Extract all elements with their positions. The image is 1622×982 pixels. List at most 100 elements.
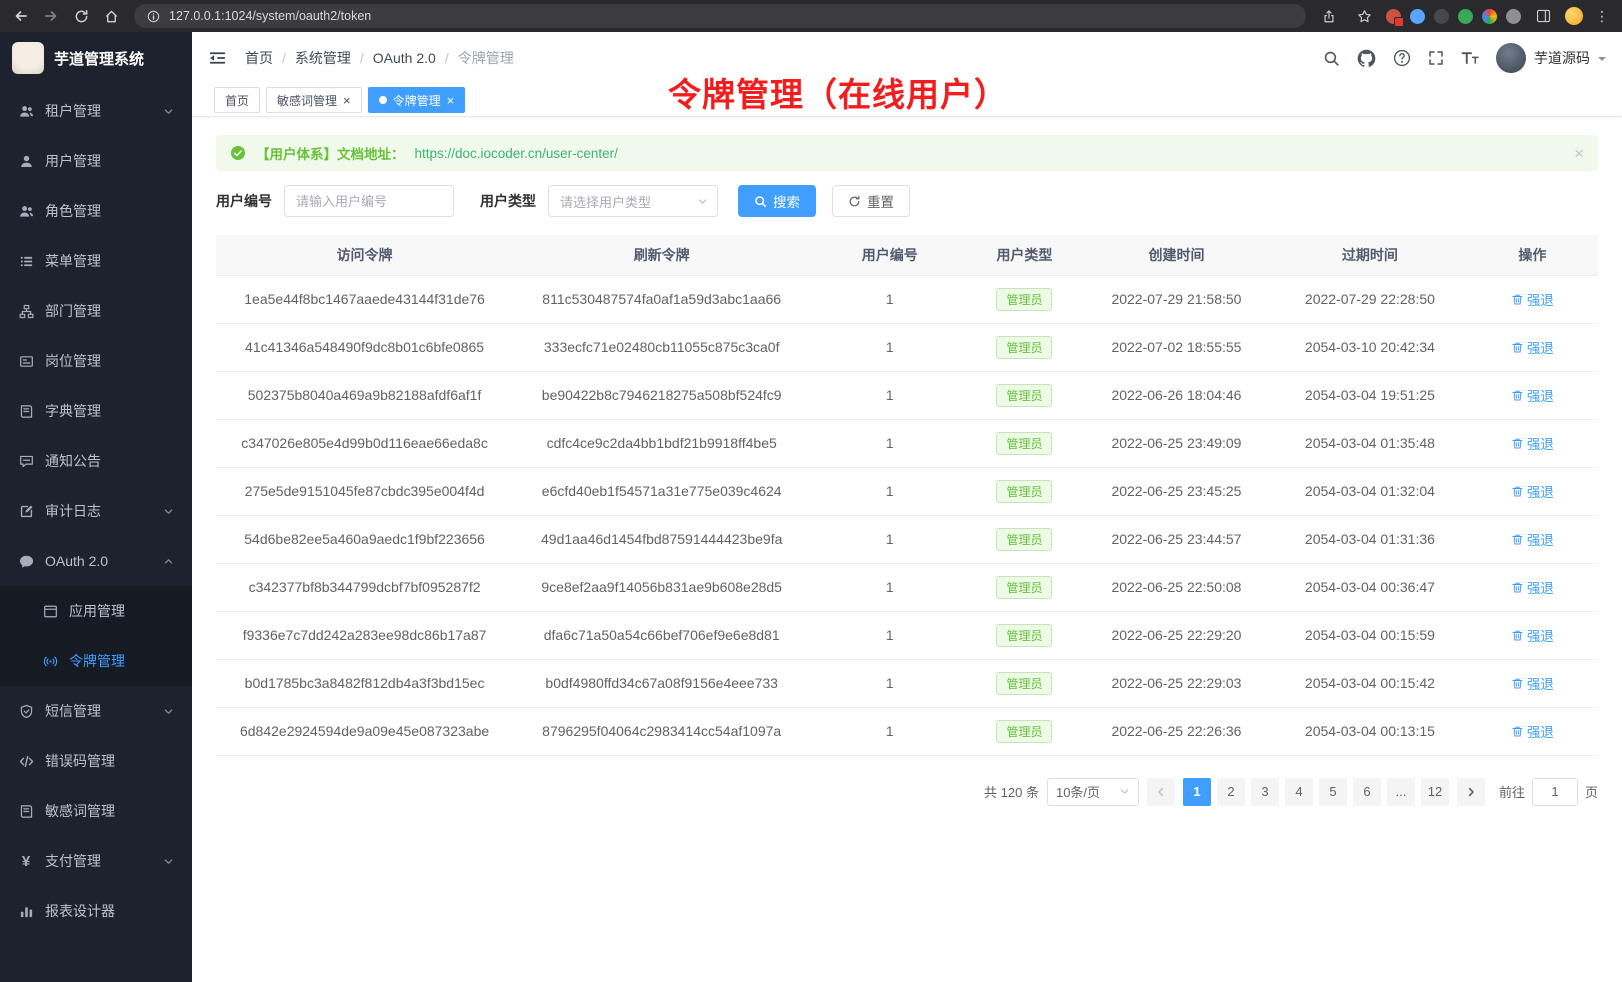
app-logo-link[interactable]: 芋道管理系统 [0, 32, 192, 84]
page-size-select[interactable]: 10条/页 [1047, 778, 1139, 806]
force-logout-button[interactable]: 强退 [1511, 721, 1554, 741]
force-logout-button[interactable]: 强退 [1511, 433, 1554, 453]
user-type-select[interactable]: 请选择用户类型 [548, 185, 718, 217]
breadcrumb-item[interactable]: OAuth 2.0 [373, 50, 436, 66]
sidebar-item-sms[interactable]: 短信管理 [0, 686, 192, 736]
user-id-input[interactable] [284, 185, 454, 217]
sidebar-item-user[interactable]: 用户管理 [0, 136, 192, 186]
reset-button[interactable]: 重置 [832, 185, 910, 217]
access-token-cell: f9336e7c7dd242a283ee98dc86b17a87 [216, 611, 513, 659]
force-logout-button[interactable]: 强退 [1511, 673, 1554, 693]
force-logout-button[interactable]: 强退 [1511, 337, 1554, 357]
github-icon[interactable] [1357, 49, 1376, 68]
goto-page-input[interactable] [1532, 778, 1578, 806]
page-button-4[interactable]: 4 [1285, 778, 1313, 806]
side-panel-icon[interactable] [1530, 4, 1556, 28]
reload-button[interactable] [68, 4, 94, 28]
sidebar-item-oauth2[interactable]: OAuth 2.0 [0, 536, 192, 586]
main-area: 首页/系统管理/OAuth 2.0/令牌管理 芋道源码 首页敏感词管理×令牌管理… [192, 32, 1622, 982]
browser-menu-icon[interactable]: ⋮ [1592, 8, 1612, 25]
role-icon [18, 204, 34, 219]
tab-home[interactable]: 首页 [214, 87, 260, 113]
action-cell: 强退 [1467, 323, 1598, 371]
browser-profile-avatar[interactable] [1565, 7, 1583, 25]
sidebar-item-error-code[interactable]: 错误码管理 [0, 736, 192, 786]
force-logout-button[interactable]: 强退 [1511, 625, 1554, 645]
extension-blue-icon[interactable] [1410, 9, 1425, 24]
site-info-icon[interactable] [145, 8, 161, 24]
breadcrumb-item[interactable]: 系统管理 [295, 48, 351, 68]
sidebar-item-tenant[interactable]: 租户管理 [0, 86, 192, 136]
force-logout-button[interactable]: 强退 [1511, 529, 1554, 549]
force-logout-button[interactable]: 强退 [1511, 289, 1554, 309]
home-button[interactable] [98, 4, 124, 28]
user-type-badge: 管理员 [996, 480, 1052, 503]
sidebar-item-pay[interactable]: ¥ 支付管理 [0, 836, 192, 886]
yen-icon: ¥ [18, 854, 34, 869]
tab-close-icon[interactable]: × [447, 94, 455, 107]
bookmark-star-icon[interactable] [1351, 4, 1377, 28]
doc-alert: 【用户体系】文档地址： https://doc.iocoder.cn/user-… [216, 135, 1598, 171]
user-type-badge: 管理员 [996, 720, 1052, 743]
url-bar[interactable]: 127.0.0.1:1024/system/oauth2/token [134, 4, 1306, 28]
sidebar-item-label: 支付管理 [45, 851, 101, 871]
back-button[interactable] [8, 4, 34, 28]
sidebar-item-dict[interactable]: 字典管理 [0, 386, 192, 436]
tab-token[interactable]: 令牌管理× [368, 87, 466, 113]
sidebar-item-label: 用户管理 [45, 151, 101, 171]
extension-dark-icon[interactable] [1434, 9, 1449, 24]
page-button-1[interactable]: 1 [1183, 778, 1211, 806]
page-button-3[interactable]: 3 [1251, 778, 1279, 806]
sidebar-item-menu[interactable]: 菜单管理 [0, 236, 192, 286]
extensions-puzzle-icon[interactable] [1506, 9, 1521, 24]
page-button-12[interactable]: 12 [1421, 778, 1449, 806]
breadcrumb-separator: / [445, 50, 449, 66]
extension-green-icon[interactable] [1458, 9, 1473, 24]
app-logo-avatar [12, 42, 44, 74]
next-page-button[interactable] [1457, 778, 1485, 806]
sidebar-item-label: 敏感词管理 [45, 801, 115, 821]
page-button-6[interactable]: 6 [1353, 778, 1381, 806]
sidebar-item-oauth2-token[interactable]: 令牌管理 [0, 636, 192, 686]
page-ellipsis[interactable]: ... [1387, 778, 1415, 806]
sidebar-item-report-designer[interactable]: 报表设计器 [0, 886, 192, 936]
force-logout-button[interactable]: 强退 [1511, 481, 1554, 501]
sidebar-item-role[interactable]: 角色管理 [0, 186, 192, 236]
fullscreen-icon[interactable] [1428, 50, 1444, 66]
chevron-down-icon [163, 706, 174, 717]
search-icon[interactable] [1323, 50, 1340, 67]
help-icon[interactable] [1393, 49, 1411, 67]
sidebar-item-dept[interactable]: 部门管理 [0, 286, 192, 336]
tab-sensitive-word[interactable]: 敏感词管理× [266, 87, 362, 113]
extension-badged-icon[interactable] [1386, 9, 1401, 24]
user-menu[interactable]: 芋道源码 [1496, 43, 1606, 73]
search-button[interactable]: 搜索 [738, 185, 816, 217]
refresh-token-cell: 8796295f04064c2983414cc54af1097a [513, 707, 810, 755]
force-logout-button[interactable]: 强退 [1511, 385, 1554, 405]
force-logout-label: 强退 [1527, 577, 1554, 597]
share-icon[interactable] [1316, 4, 1342, 28]
sidebar-item-sensitive-word[interactable]: 敏感词管理 [0, 786, 192, 836]
alert-close-icon[interactable]: × [1574, 145, 1584, 162]
page-button-2[interactable]: 2 [1217, 778, 1245, 806]
sidebar-item-post[interactable]: 岗位管理 [0, 336, 192, 386]
sidebar-item-oauth2-app[interactable]: 应用管理 [0, 586, 192, 636]
created-time-cell: 2022-06-25 23:49:09 [1080, 419, 1273, 467]
created-time-cell: 2022-07-02 18:55:55 [1080, 323, 1273, 371]
sidebar-item-audit-log[interactable]: 审计日志 [0, 486, 192, 536]
user-icon [18, 154, 34, 169]
force-logout-button[interactable]: 强退 [1511, 577, 1554, 597]
table-row: c342377bf8b344799dcbf7bf095287f29ce8ef2a… [216, 563, 1598, 611]
sidebar-item-notice[interactable]: 通知公告 [0, 436, 192, 486]
extension-colorful-icon[interactable] [1482, 9, 1497, 24]
font-size-icon[interactable] [1461, 50, 1479, 66]
forward-button[interactable] [38, 4, 64, 28]
collapse-menu-icon[interactable] [208, 49, 227, 67]
breadcrumb-item[interactable]: 首页 [245, 48, 273, 68]
page-button-5[interactable]: 5 [1319, 778, 1347, 806]
tab-close-icon[interactable]: × [343, 94, 351, 107]
doc-link[interactable]: https://doc.iocoder.cn/user-center/ [415, 146, 618, 161]
refresh-token-cell: 811c530487574fa0af1a59d3abc1aa66 [513, 275, 810, 323]
user-id-cell: 1 [810, 707, 969, 755]
prev-page-button[interactable] [1147, 778, 1175, 806]
